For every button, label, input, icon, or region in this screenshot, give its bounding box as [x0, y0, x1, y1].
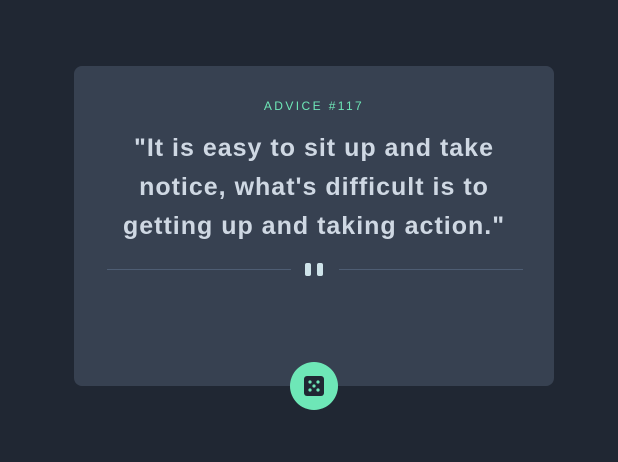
divider-line-right: [339, 269, 523, 270]
advice-card: ADVICE #117 "It is easy to sit up and ta…: [74, 66, 554, 386]
new-advice-button[interactable]: [290, 362, 338, 410]
dice-icon: [304, 376, 324, 396]
advice-id: ADVICE #117: [263, 99, 365, 113]
pause-icon: [304, 263, 326, 277]
pattern-divider: [107, 261, 523, 277]
advice-quote: "It is easy to sit up and take notice, w…: [122, 134, 506, 240]
divider-line-left: [107, 269, 291, 270]
